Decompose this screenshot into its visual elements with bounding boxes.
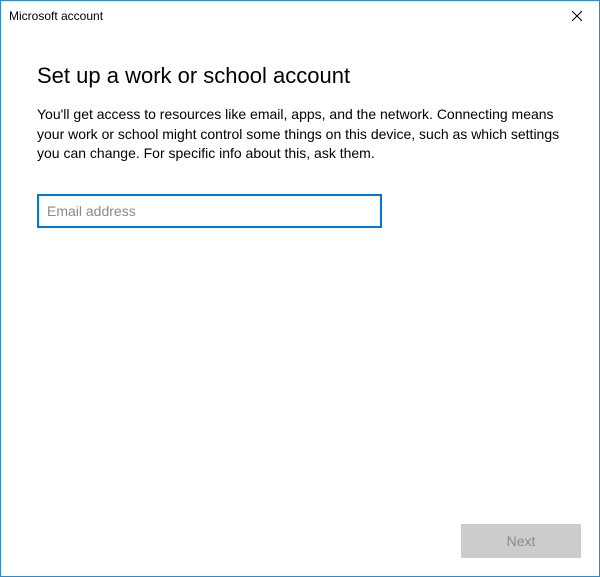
titlebar: Microsoft account (1, 1, 599, 31)
email-input[interactable] (37, 194, 382, 228)
window-title: Microsoft account (9, 9, 103, 23)
page-heading: Set up a work or school account (37, 63, 563, 89)
footer: Next (1, 524, 599, 576)
next-button[interactable]: Next (461, 524, 581, 558)
description-text: You'll get access to resources like emai… (37, 105, 563, 164)
close-button[interactable] (554, 1, 599, 31)
dialog-window: Microsoft account Set up a work or schoo… (0, 0, 600, 577)
close-icon (572, 11, 582, 21)
content-area: Set up a work or school account You'll g… (1, 31, 599, 524)
